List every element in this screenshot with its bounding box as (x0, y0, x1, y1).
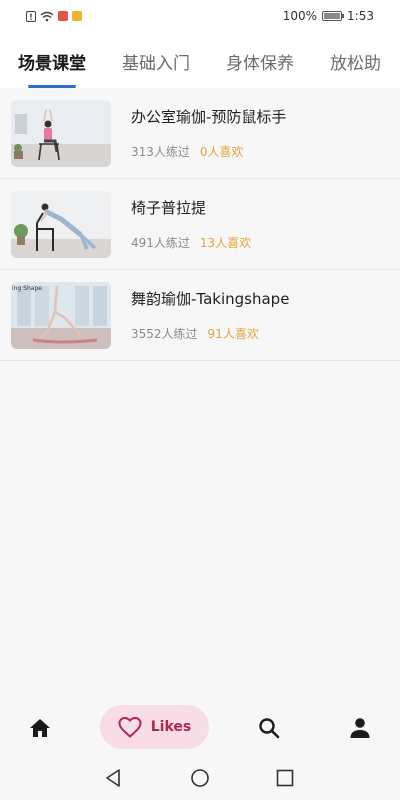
battery-icon (322, 11, 345, 21)
home-circle-icon[interactable] (190, 768, 210, 788)
tab-relax[interactable]: 放松助 (330, 47, 381, 74)
course-title: 办公室瑜伽-预防鼠标手 (131, 108, 287, 126)
course-title: 椅子普拉提 (131, 199, 207, 217)
back-triangle-icon[interactable] (104, 768, 124, 788)
tab-scene-class[interactable]: 场景课堂 (18, 47, 86, 88)
status-icons-left (26, 10, 82, 22)
likes-count: 91人喜欢 (207, 327, 259, 341)
course-thumbnail: ing Shape (11, 281, 111, 349)
nav-likes-label: Likes (150, 719, 192, 735)
nav-home-button[interactable] (28, 716, 52, 740)
nav-search-button[interactable] (257, 716, 281, 740)
course-title: 舞韵瑜伽-Takingshape (131, 290, 290, 308)
sim-alert-icon (26, 10, 36, 22)
person-icon (350, 718, 370, 738)
wifi-icon (40, 11, 54, 21)
nav-profile-button[interactable] (348, 716, 372, 740)
likes-count: 13人喜欢 (199, 236, 252, 250)
course-item[interactable]: 椅子普拉提 491人练过 13人喜欢 (0, 179, 400, 270)
thumbnail-caption: ing Shape (12, 285, 42, 292)
practice-count: 491人练过 (131, 236, 190, 250)
practice-count: 313人练过 (131, 145, 190, 159)
office-chair-yoga-icon (11, 99, 111, 167)
chair-pilates-icon (11, 190, 111, 258)
course-item[interactable]: ing Shape 舞韵瑜伽-Takingshape 3552人练过 91人喜欢 (0, 270, 400, 361)
notification-badge-icon (72, 11, 82, 21)
status-bar: 100% 1:53 (0, 0, 400, 32)
heart-icon (118, 716, 142, 738)
tab-body-care[interactable]: 身体保养 (226, 47, 294, 74)
recents-square-icon[interactable] (275, 768, 295, 788)
likes-count: 0人喜欢 (199, 145, 244, 159)
system-nav-bar (0, 756, 400, 800)
search-icon (259, 718, 280, 739)
clock: 1:53 (347, 9, 374, 23)
tab-basic-intro[interactable]: 基础入门 (122, 47, 190, 74)
nav-likes-button[interactable]: Likes (100, 705, 209, 749)
notification-badge-icon (58, 11, 68, 21)
battery-percent: 100% (282, 9, 318, 23)
dance-yoga-icon: ing Shape (11, 281, 111, 349)
home-icon (30, 719, 50, 737)
bottom-nav: Likes (0, 700, 400, 756)
course-list: 办公室瑜伽-预防鼠标手 313人练过 0人喜欢 椅子普拉提 491人练过 13人… (0, 88, 400, 361)
course-thumbnail (11, 99, 111, 167)
practice-count: 3552人练过 (131, 327, 198, 341)
category-tabs: 场景课堂 基础入门 身体保养 放松助 (0, 32, 400, 88)
course-item[interactable]: 办公室瑜伽-预防鼠标手 313人练过 0人喜欢 (0, 88, 400, 179)
course-thumbnail (11, 190, 111, 258)
status-icons-right: 100% 1:53 (283, 9, 374, 23)
